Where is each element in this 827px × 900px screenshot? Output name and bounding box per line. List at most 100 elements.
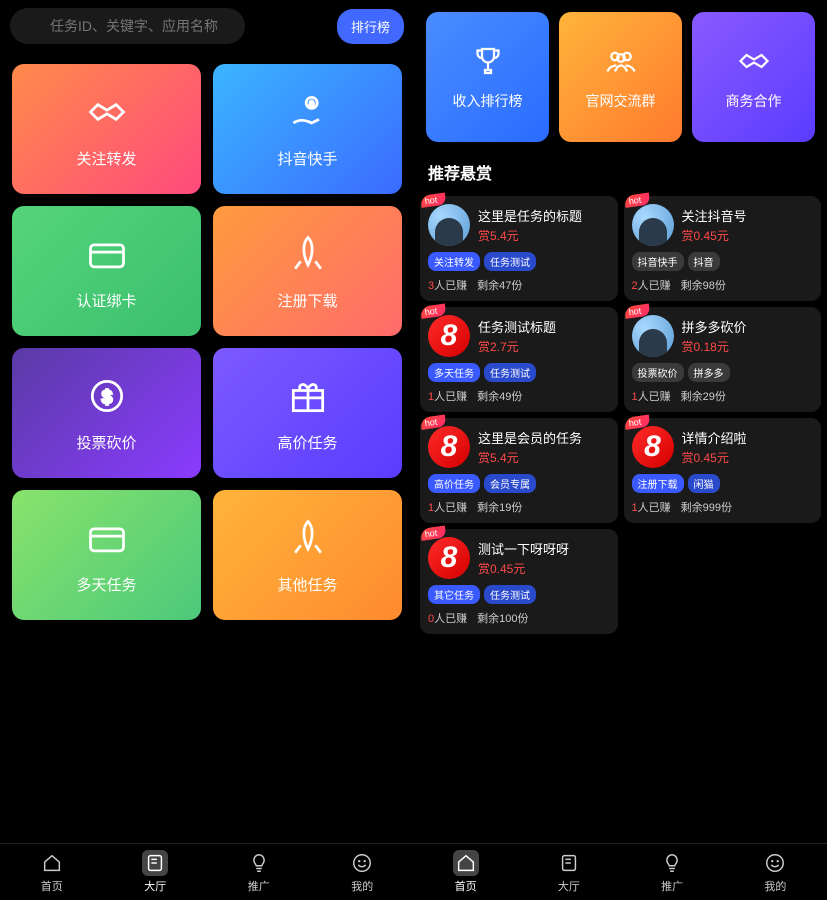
category-card-5[interactable]: 高价任务 bbox=[213, 348, 402, 478]
task-title: 拼多多砍价 bbox=[682, 317, 747, 336]
section-title-recommend: 推荐悬赏 bbox=[414, 154, 827, 190]
tab-label: 我的 bbox=[764, 878, 786, 894]
task-reward: 赏0.45元 bbox=[682, 227, 747, 244]
done-count: 1人已赚 bbox=[632, 499, 671, 515]
task-tag: 闲猫 bbox=[688, 474, 720, 493]
task-title: 这里是任务的标题 bbox=[478, 206, 582, 225]
tab-hall[interactable]: 大厅 bbox=[142, 850, 168, 894]
task-reward: 赏5.4元 bbox=[478, 449, 582, 466]
task-tag: 多天任务 bbox=[428, 363, 480, 382]
coin-hand-icon: $ bbox=[286, 90, 330, 138]
task-footer: 1人已赚剩余999份 bbox=[632, 499, 814, 515]
top-card-label: 商务合作 bbox=[726, 91, 782, 111]
done-count: 1人已赚 bbox=[428, 388, 467, 404]
bulb-icon bbox=[659, 850, 685, 876]
task-reward: 赏0.45元 bbox=[478, 560, 569, 577]
task-footer: 2人已赚剩余98份 bbox=[632, 277, 814, 293]
task-info: 任务测试标题 赏2.7元 bbox=[478, 317, 556, 355]
handshake-icon bbox=[85, 90, 129, 138]
task-card-6[interactable]: hot 8 测试一下呀呀呀 赏0.45元 其它任务任务测试 0人已赚剩余100份 bbox=[420, 529, 618, 634]
handshake-icon bbox=[736, 43, 772, 79]
task-card-3[interactable]: hot 拼多多砍价 赏0.18元 投票砍价拼多多 1人已赚剩余29份 bbox=[624, 307, 822, 412]
tab-bulb[interactable]: 推广 bbox=[246, 850, 272, 894]
avatar-icon bbox=[632, 315, 674, 357]
remain-count: 剩余999份 bbox=[681, 499, 732, 515]
task-head: 关注抖音号 赏0.45元 bbox=[632, 204, 814, 246]
category-card-6[interactable]: 多天任务 bbox=[12, 490, 201, 620]
task-head: 8 任务测试标题 赏2.7元 bbox=[428, 315, 610, 357]
task-card-5[interactable]: hot 8 详情介绍啦 赏0.45元 注册下载闲猫 1人已赚剩余999份 bbox=[624, 418, 822, 523]
task-tag: 拼多多 bbox=[688, 363, 730, 382]
remain-count: 剩余98份 bbox=[681, 277, 726, 293]
category-card-2[interactable]: 认证绑卡 bbox=[12, 206, 201, 336]
ranking-button[interactable]: 排行榜 bbox=[337, 9, 404, 44]
category-label: 高价任务 bbox=[277, 432, 337, 453]
remain-count: 剩余49份 bbox=[477, 388, 522, 404]
task-card-1[interactable]: hot 关注抖音号 赏0.45元 抖音快手抖音 2人已赚剩余98份 bbox=[624, 196, 822, 301]
top-card-label: 收入排行榜 bbox=[453, 91, 523, 111]
avatar-icon bbox=[632, 204, 674, 246]
task-head: 8 详情介绍啦 赏0.45元 bbox=[632, 426, 814, 468]
task-title: 任务测试标题 bbox=[478, 317, 556, 336]
category-card-3[interactable]: 注册下载 bbox=[213, 206, 402, 336]
task-tag: 任务测试 bbox=[484, 585, 536, 604]
tab-hall[interactable]: 大厅 bbox=[556, 850, 582, 894]
avatar-icon: 8 bbox=[428, 537, 470, 579]
top-card-1[interactable]: 官网交流群 bbox=[559, 12, 682, 142]
task-card-0[interactable]: hot 这里是任务的标题 赏5.4元 关注转发任务测试 3人已赚剩余47份 bbox=[420, 196, 618, 301]
tab-home[interactable]: 首页 bbox=[39, 850, 65, 894]
category-card-4[interactable]: $ 投票砍价 bbox=[12, 348, 201, 478]
coin-icon: $ bbox=[85, 374, 129, 422]
done-count: 3人已赚 bbox=[428, 277, 467, 293]
category-label: 抖音快手 bbox=[277, 148, 337, 169]
home-icon bbox=[453, 850, 479, 876]
bulb-icon bbox=[246, 850, 272, 876]
category-card-0[interactable]: 关注转发 bbox=[12, 64, 201, 194]
task-info: 这里是任务的标题 赏5.4元 bbox=[478, 206, 582, 244]
tab-home[interactable]: 首页 bbox=[453, 850, 479, 894]
task-tag: 抖音快手 bbox=[632, 252, 684, 271]
task-title: 详情介绍啦 bbox=[682, 428, 747, 447]
task-info: 关注抖音号 赏0.45元 bbox=[682, 206, 747, 244]
tab-bulb[interactable]: 推广 bbox=[659, 850, 685, 894]
task-tag: 注册下载 bbox=[632, 474, 684, 493]
top-card-2[interactable]: 商务合作 bbox=[692, 12, 815, 142]
task-tags: 多天任务任务测试 bbox=[428, 363, 610, 382]
task-tags: 高价任务会员专属 bbox=[428, 474, 610, 493]
category-label: 投票砍价 bbox=[76, 432, 136, 453]
right-screen: 收入排行榜 官网交流群商务合作 推荐悬赏 hot 这里是任务的标题 赏5.4元 关… bbox=[414, 0, 827, 900]
task-tags: 关注转发任务测试 bbox=[428, 252, 610, 271]
top-card-row: 收入排行榜 官网交流群商务合作 bbox=[414, 0, 827, 154]
left-content: 关注转发 $ 抖音快手认证绑卡注册下载 $ 投票砍价 高价任务多天任务 其他任务 bbox=[0, 52, 414, 843]
top-card-0[interactable]: 收入排行榜 bbox=[426, 12, 549, 142]
task-tag: 任务测试 bbox=[484, 252, 536, 271]
tab-label: 大厅 bbox=[558, 878, 580, 894]
hall-icon bbox=[556, 850, 582, 876]
task-reward: 赏0.45元 bbox=[682, 449, 747, 466]
tab-smile[interactable]: 我的 bbox=[762, 850, 788, 894]
category-label: 多天任务 bbox=[76, 574, 136, 595]
remain-count: 剩余47份 bbox=[477, 277, 522, 293]
gift-icon bbox=[286, 374, 330, 422]
category-card-7[interactable]: 其他任务 bbox=[213, 490, 402, 620]
task-tag: 关注转发 bbox=[428, 252, 480, 271]
task-card-2[interactable]: hot 8 任务测试标题 赏2.7元 多天任务任务测试 1人已赚剩余49份 bbox=[420, 307, 618, 412]
task-tags: 抖音快手抖音 bbox=[632, 252, 814, 271]
task-head: 拼多多砍价 赏0.18元 bbox=[632, 315, 814, 357]
remain-count: 剩余19份 bbox=[477, 499, 522, 515]
tab-label: 首页 bbox=[41, 878, 63, 894]
card-icon bbox=[85, 516, 129, 564]
task-card-4[interactable]: hot 8 这里是会员的任务 赏5.4元 高价任务会员专属 1人已赚剩余19份 bbox=[420, 418, 618, 523]
svg-text:$: $ bbox=[309, 99, 313, 108]
left-screen: 排行榜 关注转发 $ 抖音快手认证绑卡注册下载 $ 投票砍价 高价任务多天任务 其他任务 首… bbox=[0, 0, 414, 900]
hall-icon bbox=[142, 850, 168, 876]
search-input[interactable] bbox=[10, 8, 245, 44]
search-wrap bbox=[10, 8, 329, 44]
tab-smile[interactable]: 我的 bbox=[349, 850, 375, 894]
right-content: 收入排行榜 官网交流群商务合作 推荐悬赏 hot 这里是任务的标题 赏5.4元 关… bbox=[414, 0, 827, 843]
done-count: 0人已赚 bbox=[428, 610, 467, 626]
category-card-1[interactable]: $ 抖音快手 bbox=[213, 64, 402, 194]
task-grid: hot 这里是任务的标题 赏5.4元 关注转发任务测试 3人已赚剩余47份hot… bbox=[414, 190, 827, 640]
task-tag: 抖音 bbox=[688, 252, 720, 271]
avatar-icon: 8 bbox=[428, 426, 470, 468]
